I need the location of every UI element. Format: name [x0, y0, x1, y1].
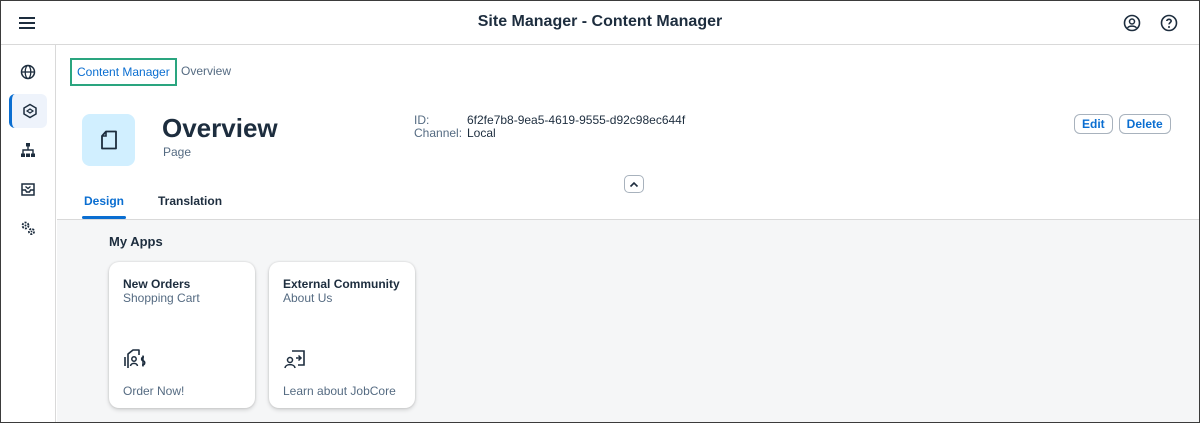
tab-translation[interactable]: Translation: [156, 194, 224, 219]
globe-icon: [20, 64, 36, 80]
meta-row-channel: Channel: Local: [414, 127, 685, 140]
page-subtitle: Page: [163, 145, 192, 159]
tab-design[interactable]: Design: [82, 194, 127, 219]
section-title: My Apps: [109, 234, 163, 249]
design-panel: My Apps New Orders Shopping Cart Order N…: [57, 219, 1199, 422]
meta-value: Local: [467, 126, 496, 140]
collapse-header-button[interactable]: [624, 175, 644, 193]
tile-title: New Orders: [123, 277, 191, 291]
page-avatar: [82, 114, 135, 166]
shell-header: Site Manager - Content Manager: [1, 1, 1199, 45]
tab-bar: Design Translation: [82, 194, 254, 219]
rail-item-settings[interactable]: [9, 211, 47, 245]
page-title: Overview: [162, 113, 278, 143]
tile-footer: Order Now!: [123, 384, 185, 398]
breadcrumb-link-content-manager[interactable]: Content Manager: [77, 65, 170, 79]
header-actions: Edit Delete: [1074, 114, 1171, 134]
object-page-header: Content Manager Overview Overview Page I…: [57, 46, 1199, 219]
app-window: Site Manager - Content Manager Content M…: [0, 0, 1200, 423]
hierarchy-icon: [21, 143, 35, 157]
app-tile-new-orders[interactable]: New Orders Shopping Cart Order Now!: [109, 262, 255, 408]
user-share-icon: [283, 347, 307, 371]
user-profile-icon[interactable]: [1123, 14, 1141, 32]
tile-footer: Learn about JobCore: [283, 384, 396, 398]
shopping-cart-icon: [123, 347, 147, 371]
rail-item-sites[interactable]: [9, 55, 47, 89]
main-content: Content Manager Overview Overview Page I…: [57, 46, 1199, 422]
tile-subtitle: Shopping Cart: [123, 291, 200, 305]
app-title: Site Manager - Content Manager: [477, 13, 723, 30]
rail-item-inbox[interactable]: [9, 172, 47, 206]
content-cube-icon: [22, 103, 37, 119]
chevron-up-icon: [629, 181, 639, 187]
inbox-icon: [21, 183, 35, 196]
page-metadata: ID: 6f2fe7b8-9ea5-4619-9555-d92c98ec644f…: [414, 114, 685, 140]
help-icon[interactable]: [1160, 14, 1178, 32]
meta-label: Channel:: [414, 126, 463, 140]
meta-value: 6f2fe7b8-9ea5-4619-9555-d92c98ec644f: [467, 113, 686, 127]
rail-item-content-manager[interactable]: [9, 94, 47, 128]
rail-item-site-structure[interactable]: [9, 133, 47, 167]
side-navigation: [1, 45, 56, 422]
tile-title: External Community: [283, 277, 400, 291]
breadcrumb: Content Manager: [70, 58, 177, 86]
settings-gears-icon: [21, 221, 35, 235]
app-tile-external-community[interactable]: External Community About Us Learn about …: [269, 262, 415, 408]
breadcrumb-current: Overview: [181, 64, 232, 78]
document-page-icon: [100, 130, 117, 150]
edit-button[interactable]: Edit: [1074, 114, 1113, 134]
tile-subtitle: About Us: [283, 291, 333, 305]
delete-button[interactable]: Delete: [1118, 114, 1171, 134]
